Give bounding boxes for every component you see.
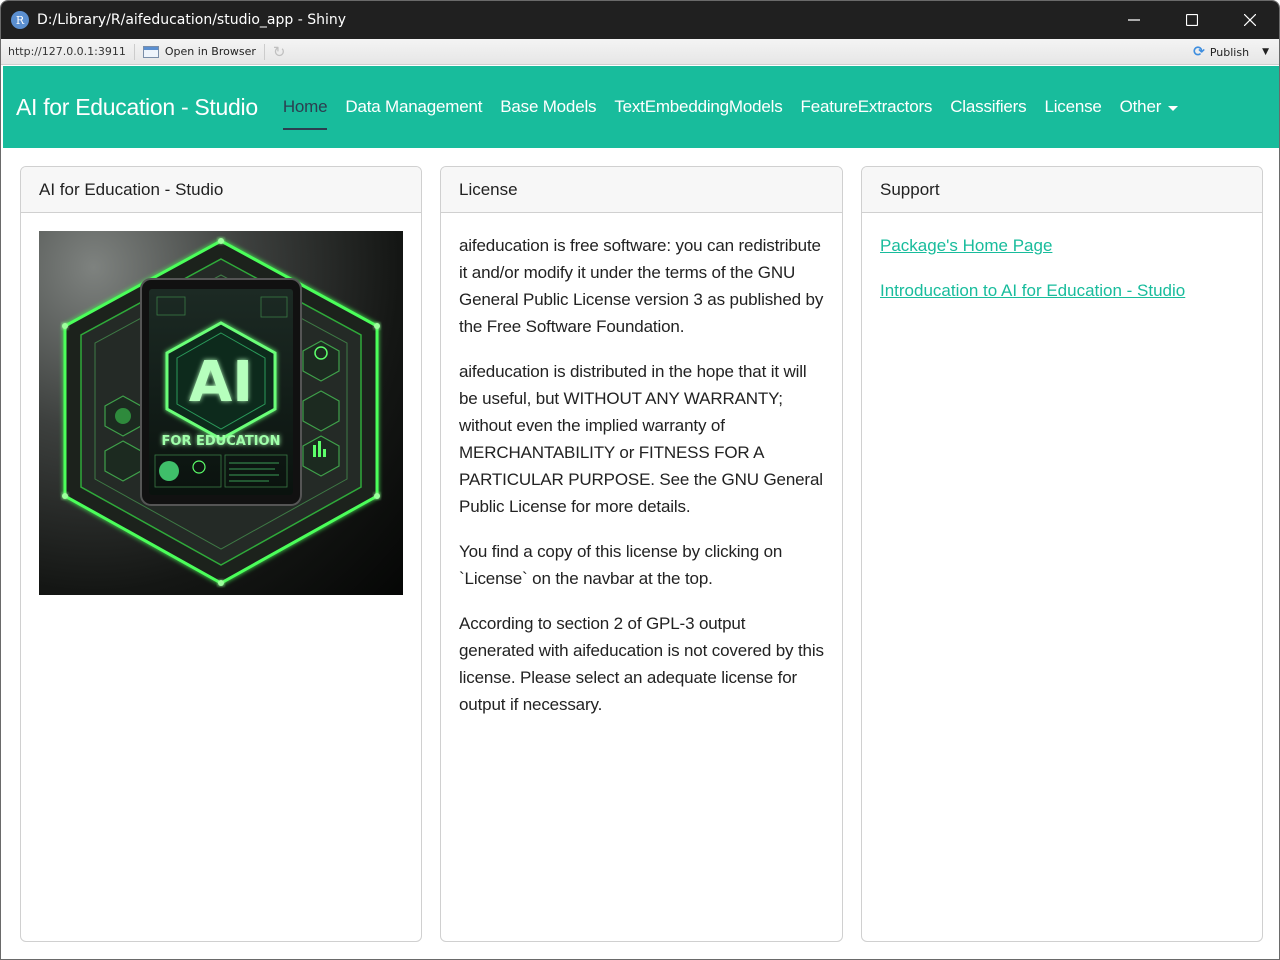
window-title: D:/Library/R/aifeducation/studio_app - S… xyxy=(37,12,347,28)
r-app-icon: R xyxy=(11,11,29,29)
maximize-icon xyxy=(1186,14,1198,26)
nav-tab-text-embedding-models[interactable]: TextEmbeddingModels xyxy=(605,66,791,148)
title-bar: R D:/Library/R/aifeducation/studio_app -… xyxy=(1,1,1279,39)
navbar-brand[interactable]: AI for Education - Studio xyxy=(16,94,258,121)
nav-dropdown-other-label: Other xyxy=(1119,97,1162,116)
toolbar-divider xyxy=(263,43,265,60)
license-paragraph: aifeducation is distributed in the hope … xyxy=(459,362,823,516)
nav-tab-base-models[interactable]: Base Models xyxy=(491,66,605,148)
app-window: R D:/Library/R/aifeducation/studio_app -… xyxy=(0,0,1280,960)
close-icon xyxy=(1244,14,1256,26)
open-in-browser-label: Open in Browser xyxy=(164,45,256,58)
navbar: AI for Education - Studio Home Data Mana… xyxy=(3,66,1279,148)
logo-sub-text: FOR EDUCATION xyxy=(162,434,281,449)
browser-window-icon xyxy=(142,45,159,58)
minimize-icon xyxy=(1128,19,1140,21)
open-in-browser-button[interactable]: Open in Browser xyxy=(142,45,256,58)
close-button[interactable] xyxy=(1221,1,1279,39)
toolbar-divider xyxy=(133,43,135,60)
viewer-toolbar: http://127.0.0.1:3911 Open in Browser ↻ … xyxy=(1,39,1279,65)
nav-tab-home[interactable]: Home xyxy=(274,66,337,148)
url-display[interactable]: http://127.0.0.1:3911 xyxy=(8,45,126,58)
license-paragraph: You find a copy of this license by click… xyxy=(459,542,783,588)
publish-label: Publish xyxy=(1209,45,1250,59)
support-card: Support Package's Home Page Introducatio… xyxy=(861,166,1263,942)
logo-main-text: AI xyxy=(189,350,253,415)
maximize-button[interactable] xyxy=(1163,1,1221,39)
minimize-button[interactable] xyxy=(1105,1,1163,39)
nav-tab-license[interactable]: License xyxy=(1035,66,1110,148)
support-card-title: Support xyxy=(862,167,1262,213)
studio-logo-image: AI FOR EDUCATION xyxy=(39,231,403,595)
publish-button[interactable]: ⟳ Publish ▼ xyxy=(1193,39,1269,65)
nav-dropdown-other[interactable]: Other xyxy=(1111,66,1188,148)
publish-icon: ⟳ xyxy=(1193,44,1205,60)
studio-card-title: AI for Education - Studio xyxy=(21,167,421,213)
package-home-page-link[interactable]: Package's Home Page xyxy=(880,232,1244,259)
license-card: License aifeducation is free software: y… xyxy=(440,166,843,942)
studio-card: AI for Education - Studio AI FOR EDUCATI… xyxy=(20,166,422,942)
refresh-icon[interactable]: ↻ xyxy=(273,43,286,61)
nav-tab-feature-extractors[interactable]: FeatureExtractors xyxy=(792,66,942,148)
caret-down-icon xyxy=(1168,105,1179,111)
window-controls xyxy=(1105,1,1279,39)
nav-tab-data-management[interactable]: Data Management xyxy=(336,66,491,148)
license-paragraph: According to section 2 of GPL-3 output g… xyxy=(459,614,824,714)
studio-introduction-link[interactable]: Introducation to AI for Education - Stud… xyxy=(880,277,1244,304)
chevron-down-icon[interactable]: ▼ xyxy=(1262,47,1269,57)
license-paragraph: aifeducation is free software: you can r… xyxy=(459,236,824,336)
license-card-title: License xyxy=(441,167,842,213)
nav-tab-classifiers[interactable]: Classifiers xyxy=(941,66,1035,148)
